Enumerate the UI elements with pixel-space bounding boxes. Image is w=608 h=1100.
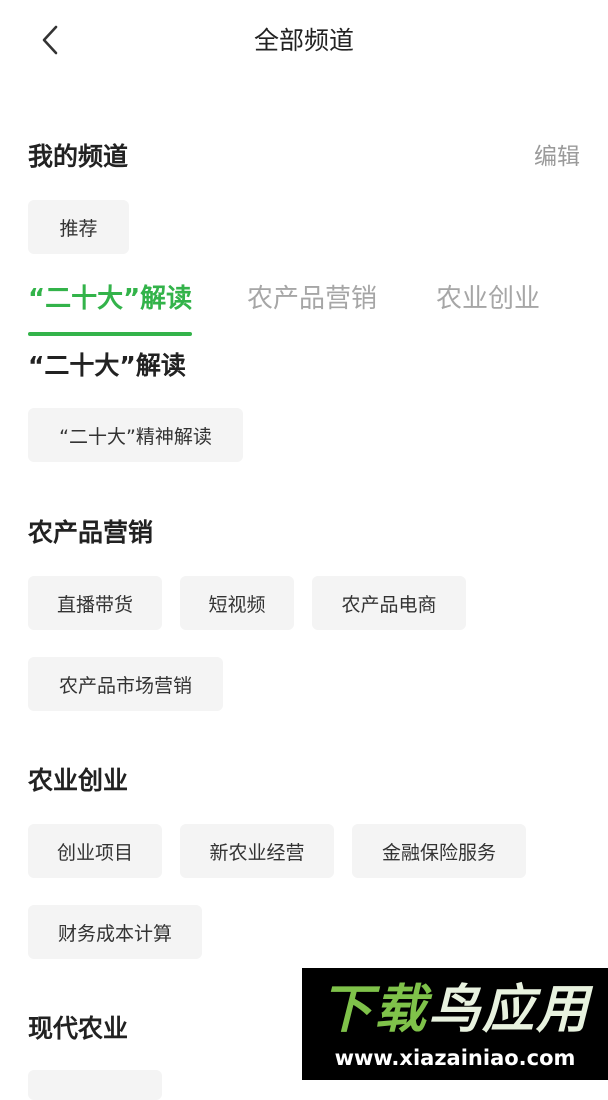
top-bar: 全部频道 [0,0,608,82]
channel-chip-partial[interactable] [28,1070,162,1100]
active-tab-indicator [28,332,192,336]
channel-chip[interactable]: 农产品市场营销 [28,657,223,711]
tab-agri-marketing[interactable]: 农产品营销 [247,276,377,322]
watermark-logo: 下载鸟应用 [319,980,591,1040]
channel-chip[interactable]: 金融保险服务 [352,824,526,878]
section-title-modern-agri: 现代农业 [28,1014,129,1043]
my-channels-title: 我的频道 [28,142,129,171]
watermark-url: www.xiazainiao.com [334,1046,576,1070]
channel-chip[interactable]: 短视频 [180,576,294,630]
section-title-agri-marketing: 农产品营销 [28,518,154,547]
section-title-ershida: “二十大”解读 [28,351,186,380]
channel-chip[interactable]: 新农业经营 [180,824,334,878]
tab-agri-startup[interactable]: 农业创业 [436,276,540,322]
page-title: 全部频道 [253,26,354,55]
site-watermark: 下载鸟应用 www.xiazainiao.com [302,968,608,1080]
channel-chip[interactable]: 创业项目 [28,824,162,878]
channel-chip[interactable]: 农产品电商 [312,576,466,630]
tab-ershida[interactable]: “二十大”解读 [28,276,192,322]
channel-chip[interactable]: 财务成本计算 [28,905,202,959]
edit-button[interactable]: 编辑 [534,140,580,174]
my-channel-chip[interactable]: 推荐 [28,200,129,254]
channel-chip[interactable]: “二十大”精神解读 [28,408,243,462]
channel-chip[interactable]: 直播带货 [28,576,162,630]
category-tabs: “二十大”解读 农产品营销 农业创业 [0,276,608,338]
section-title-agri-startup: 农业创业 [28,766,129,795]
